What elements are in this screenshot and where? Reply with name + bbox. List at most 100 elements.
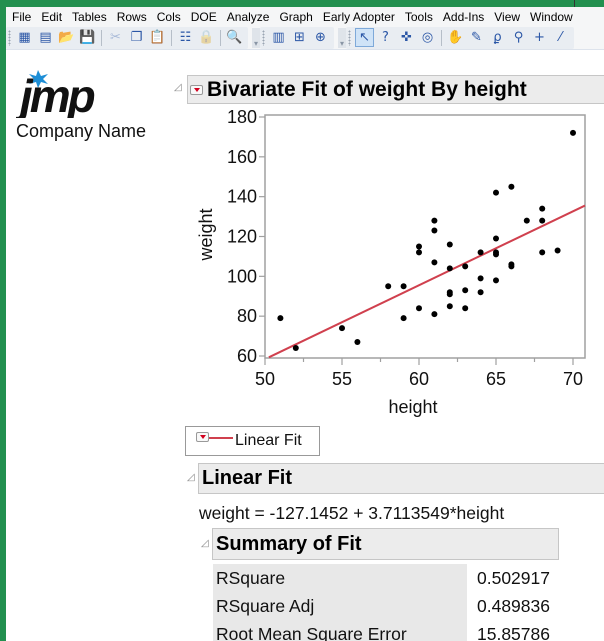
red-triangle-hotspot-icon[interactable] bbox=[190, 84, 203, 95]
data-point[interactable] bbox=[446, 303, 453, 310]
data-point[interactable] bbox=[431, 259, 438, 266]
menu-analyze[interactable]: Analyze bbox=[222, 10, 275, 24]
report-title: Bivariate Fit of weight By height bbox=[207, 77, 527, 101]
help-question-icon[interactable]: ? bbox=[376, 28, 395, 47]
arrow-select-icon[interactable]: ↖ bbox=[355, 28, 374, 47]
data-point[interactable] bbox=[554, 247, 561, 254]
copy-icon[interactable]: ❐ bbox=[127, 28, 146, 47]
cut-icon[interactable]: ✂ bbox=[106, 28, 125, 47]
y-tick-label: 100 bbox=[227, 266, 257, 286]
plus-crosshair-icon[interactable]: + bbox=[530, 28, 549, 47]
data-point[interactable] bbox=[431, 217, 438, 224]
menu-cols[interactable]: Cols bbox=[152, 10, 186, 24]
data-point[interactable] bbox=[431, 227, 438, 234]
data-point[interactable] bbox=[477, 275, 484, 282]
brush-icon[interactable]: ✎ bbox=[467, 28, 486, 47]
data-point[interactable] bbox=[539, 249, 546, 256]
data-point[interactable] bbox=[416, 249, 422, 256]
data-point[interactable] bbox=[523, 217, 530, 224]
data-point[interactable] bbox=[400, 283, 407, 290]
data-point[interactable] bbox=[446, 265, 453, 272]
crosshair-icon[interactable]: ✜ bbox=[397, 28, 416, 47]
summary-value: 15.85786 bbox=[477, 623, 550, 641]
toolbar-grip-handle[interactable] bbox=[262, 29, 265, 46]
data-point[interactable] bbox=[431, 311, 438, 318]
disclosure-triangle-icon[interactable]: ◿ bbox=[201, 538, 209, 549]
data-point[interactable] bbox=[446, 241, 453, 248]
add-graph-icon[interactable]: ⊕ bbox=[311, 28, 330, 47]
ruler-icon[interactable]: ⁄ bbox=[551, 28, 570, 47]
y-tick-label: 80 bbox=[237, 306, 257, 326]
target-icon[interactable]: ◎ bbox=[418, 28, 437, 47]
menu-view[interactable]: View bbox=[489, 10, 525, 24]
data-point[interactable] bbox=[570, 129, 576, 136]
data-point[interactable] bbox=[493, 189, 499, 196]
lasso-icon[interactable]: ϼ bbox=[488, 28, 507, 47]
toolbar-group: ▦ ▤ 📂 💾 ✂ ❐ 📋 ☷ 🔒 🔍 bbox=[6, 26, 248, 49]
data-point[interactable] bbox=[416, 305, 422, 312]
data-point[interactable] bbox=[339, 325, 345, 332]
menu-tables[interactable]: Tables bbox=[67, 10, 112, 24]
preferences-icon[interactable]: ☷ bbox=[176, 28, 195, 47]
column-info-icon[interactable]: ⊞ bbox=[290, 28, 309, 47]
data-point[interactable] bbox=[539, 217, 546, 224]
data-point[interactable] bbox=[508, 263, 515, 270]
search-icon[interactable]: 🔍 bbox=[225, 28, 244, 47]
toolbar-grip-handle[interactable] bbox=[348, 29, 351, 46]
grabber-hand-icon[interactable]: ✋ bbox=[446, 28, 465, 47]
data-point[interactable] bbox=[493, 277, 499, 284]
menu-early-adopter[interactable]: Early Adopter bbox=[318, 10, 400, 24]
data-point[interactable] bbox=[539, 205, 546, 212]
data-point[interactable] bbox=[508, 183, 515, 190]
data-point[interactable] bbox=[493, 235, 499, 242]
menu-edit[interactable]: Edit bbox=[36, 10, 67, 24]
x-axis-label: height bbox=[388, 397, 437, 417]
data-point[interactable] bbox=[292, 345, 299, 352]
data-point[interactable] bbox=[462, 287, 469, 294]
toolbar-separator bbox=[171, 29, 172, 46]
menu-window[interactable]: Window bbox=[525, 10, 578, 24]
menu-doe[interactable]: DOE bbox=[186, 10, 222, 24]
lock-icon[interactable]: 🔒 bbox=[197, 28, 216, 47]
summary-value: 0.502917 bbox=[477, 567, 550, 588]
summary-label: RSquare bbox=[213, 564, 467, 592]
fit-legend: Linear Fit bbox=[185, 426, 320, 456]
new-data-table-icon[interactable]: ▦ bbox=[15, 28, 34, 47]
toolbar-separator bbox=[101, 29, 102, 46]
data-point[interactable] bbox=[462, 263, 469, 270]
summary-table: RSquare 0.502917 RSquare Adj 0.489836 Ro… bbox=[213, 564, 593, 641]
toolbar-overflow-button[interactable]: ▾ bbox=[338, 27, 346, 48]
data-point[interactable] bbox=[477, 289, 484, 296]
data-point[interactable] bbox=[277, 315, 284, 322]
save-icon[interactable]: 💾 bbox=[78, 28, 97, 47]
menu-add-ins[interactable]: Add-Ins bbox=[438, 10, 489, 24]
data-point[interactable] bbox=[416, 243, 422, 250]
new-script-icon[interactable]: ▤ bbox=[36, 28, 55, 47]
magnifier-icon[interactable]: ⚲ bbox=[509, 28, 528, 47]
y-tick-label: 60 bbox=[237, 346, 257, 366]
data-point[interactable] bbox=[493, 251, 499, 258]
y-tick-label: 120 bbox=[227, 227, 257, 247]
menu-rows[interactable]: Rows bbox=[112, 10, 152, 24]
disclosure-triangle-icon[interactable]: ◿ bbox=[174, 82, 182, 93]
menu-file[interactable]: File bbox=[6, 10, 36, 24]
toolbar-overflow-button[interactable]: ▾ bbox=[252, 27, 260, 48]
menu-tools[interactable]: Tools bbox=[400, 10, 438, 24]
plot-frame bbox=[264, 114, 586, 359]
data-point[interactable] bbox=[385, 283, 392, 290]
summary-of-fit-header: Summary of Fit bbox=[212, 528, 559, 560]
toolbar-grip-handle[interactable] bbox=[8, 29, 11, 46]
data-point[interactable] bbox=[462, 305, 469, 312]
data-point[interactable] bbox=[477, 249, 484, 256]
data-table-view-icon[interactable]: ▥ bbox=[269, 28, 288, 47]
linear-fit-header: Linear Fit bbox=[198, 463, 604, 494]
data-point[interactable] bbox=[400, 315, 407, 322]
fit-hotspot-icon[interactable] bbox=[196, 432, 209, 442]
summary-value: 0.489836 bbox=[477, 595, 550, 616]
data-point[interactable] bbox=[446, 291, 453, 298]
menu-graph[interactable]: Graph bbox=[274, 10, 317, 24]
data-point[interactable] bbox=[354, 339, 361, 346]
open-folder-icon[interactable]: 📂 bbox=[57, 28, 76, 47]
paste-icon[interactable]: 📋 bbox=[148, 28, 167, 47]
disclosure-triangle-icon[interactable]: ◿ bbox=[187, 472, 195, 483]
